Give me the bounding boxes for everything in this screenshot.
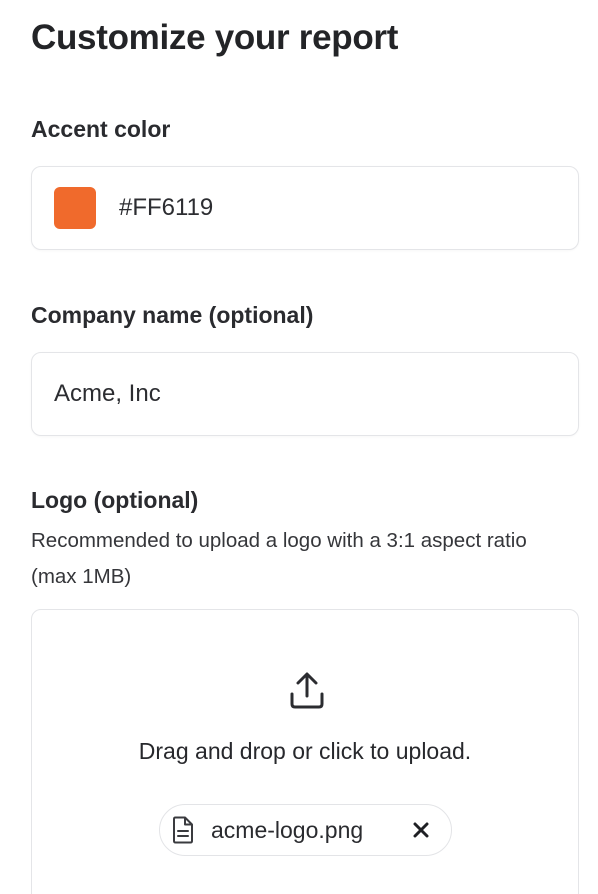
- page-title: Customize your report: [31, 18, 399, 57]
- accent-color-field[interactable]: #FF6119: [31, 166, 579, 250]
- logo-hint: Recommended to upload a logo with a 3:1 …: [31, 529, 527, 588]
- company-name-label: Company name (optional): [31, 302, 314, 328]
- accent-color-value[interactable]: #FF6119: [119, 194, 213, 222]
- upload-icon: [290, 672, 324, 709]
- uploaded-file-name: acme-logo.png: [211, 816, 364, 843]
- uploaded-file-chip: acme-logo.png: [159, 804, 452, 856]
- accent-color-label: Accent color: [31, 116, 171, 142]
- report-customization-panel: Customize your report Accent color #FF61…: [0, 0, 598, 894]
- dropzone-instruction: Drag and drop or click to upload.: [138, 738, 472, 764]
- color-swatch[interactable]: [54, 187, 96, 229]
- file-icon: [173, 816, 193, 844]
- logo-dropzone[interactable]: Drag and drop or click to upload. acme-l…: [31, 609, 579, 894]
- company-name-value[interactable]: Acme, Inc: [54, 380, 161, 408]
- logo-label: Logo (optional): [31, 487, 199, 513]
- close-icon[interactable]: [413, 822, 429, 838]
- company-name-input[interactable]: Acme, Inc: [31, 352, 579, 436]
